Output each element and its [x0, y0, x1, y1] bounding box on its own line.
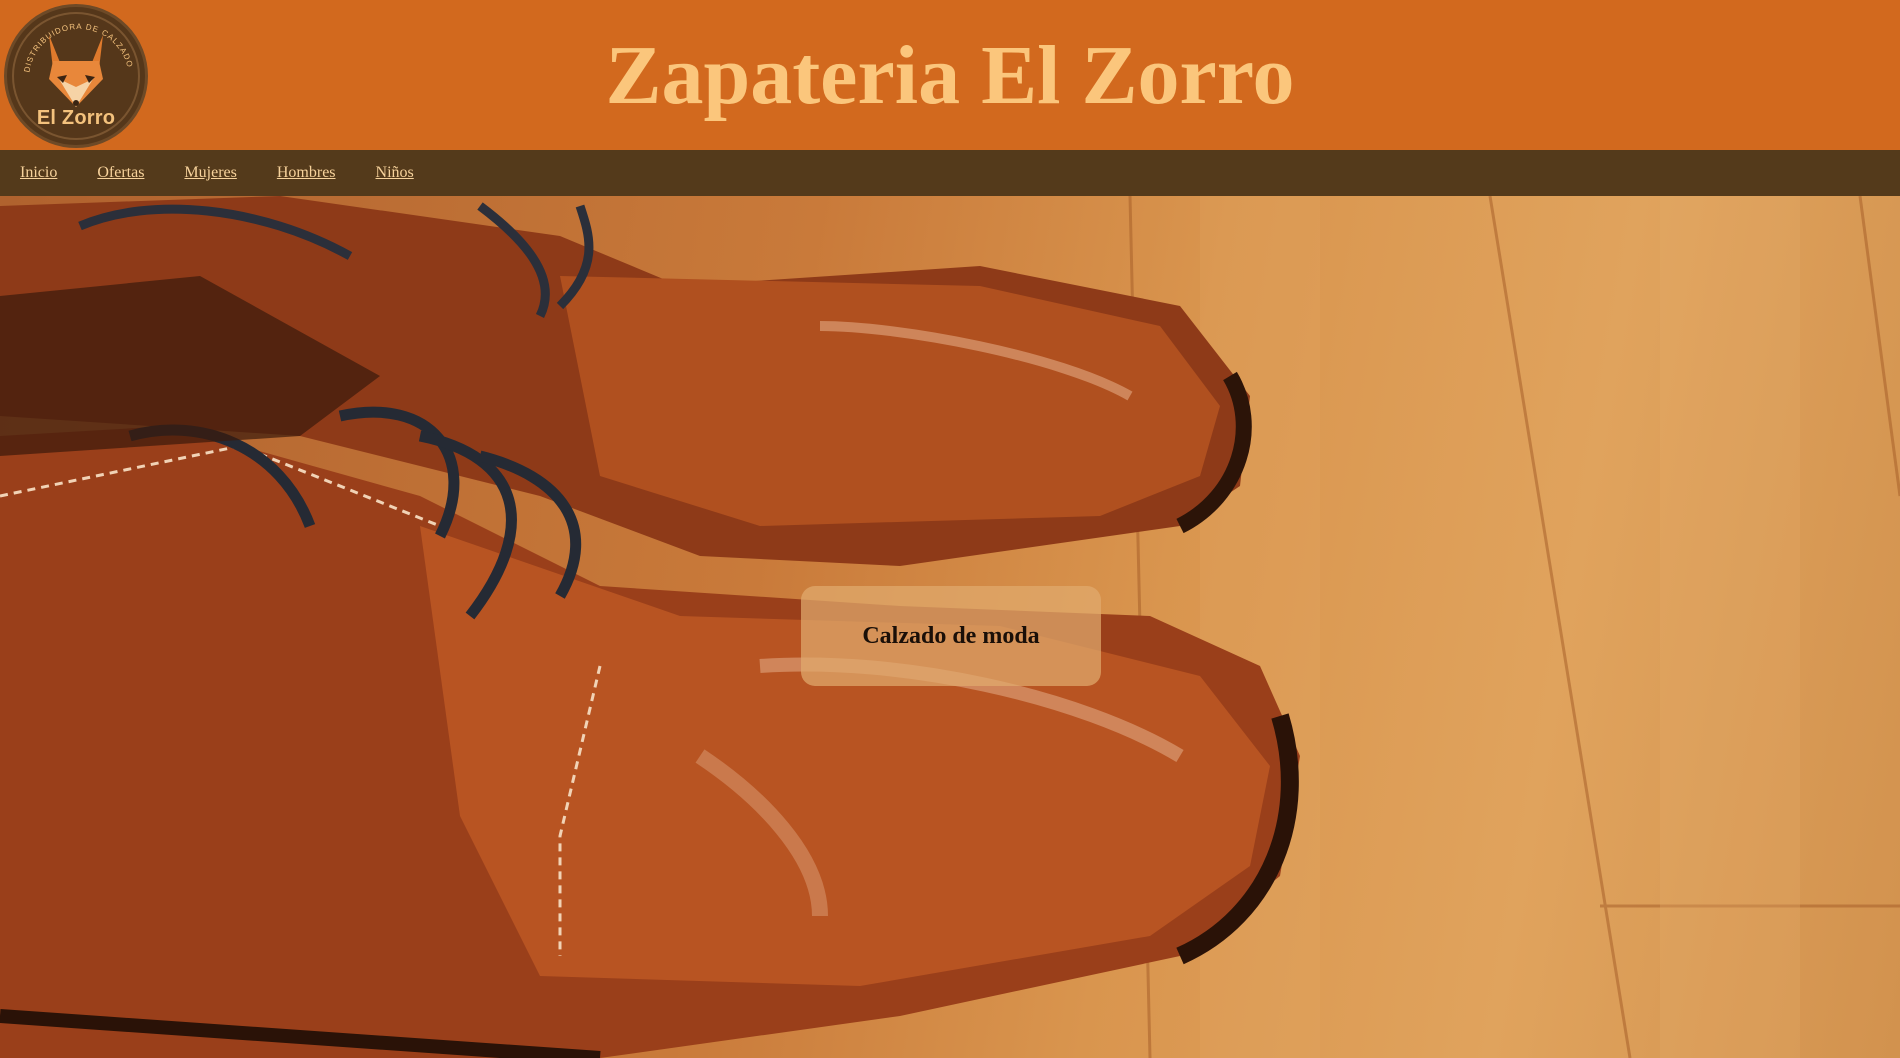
site-header: DISTRIBUIDORA DE CALZADO El Zorro Zapate…: [0, 0, 1900, 150]
nav-link-ofertas[interactable]: Ofertas: [97, 164, 144, 182]
site-title: Zapateria El Zorro: [605, 29, 1295, 122]
hero-caption-box: Calzado de moda: [801, 586, 1101, 686]
hero-caption: Calzado de moda: [862, 622, 1040, 649]
nav-link-hombres[interactable]: Hombres: [277, 164, 336, 182]
nav-link-mujeres[interactable]: Mujeres: [184, 164, 236, 182]
hero-banner: Calzado de moda: [0, 196, 1900, 1058]
nav-link-ninos[interactable]: Niños: [376, 164, 414, 182]
main-nav: Inicio Ofertas Mujeres Hombres Niños: [0, 150, 1900, 196]
nav-link-inicio[interactable]: Inicio: [20, 164, 57, 182]
